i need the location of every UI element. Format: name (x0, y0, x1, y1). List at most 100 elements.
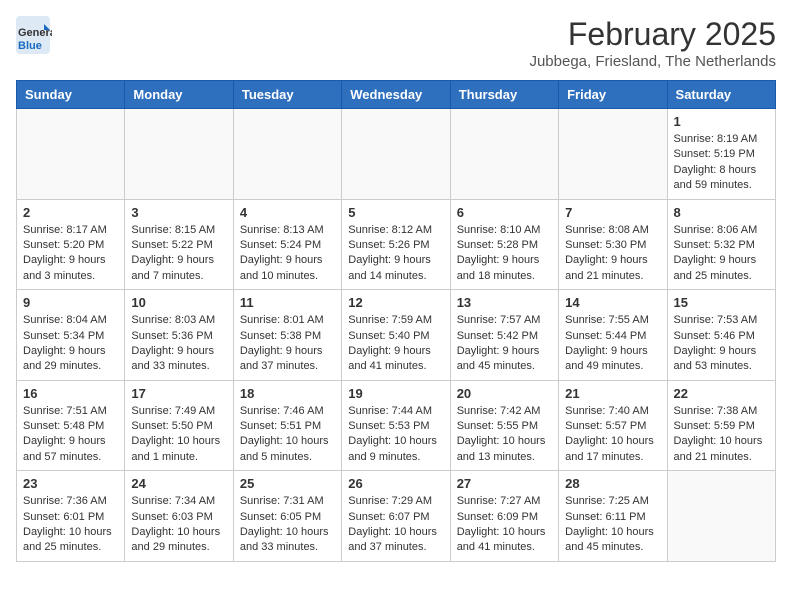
calendar-cell: 5 Sunrise: 8:12 AM Sunset: 5:26 PM Daylig… (342, 199, 450, 290)
day-number: 3 (131, 205, 226, 220)
week-row-4: 16 Sunrise: 7:51 AM Sunset: 5:48 PM Dayli… (17, 380, 776, 471)
subtitle: Jubbega, Friesland, The Netherlands (529, 53, 776, 70)
day-number: 10 (131, 295, 226, 310)
day-number: 24 (131, 476, 226, 491)
day-info: Sunrise: 7:46 AM Sunset: 5:51 PM Dayligh… (240, 404, 335, 466)
day-info: Sunrise: 7:49 AM Sunset: 5:50 PM Dayligh… (131, 404, 226, 466)
calendar-cell: 2 Sunrise: 8:17 AM Sunset: 5:20 PM Daylig… (17, 199, 125, 290)
calendar-cell: 13 Sunrise: 7:57 AM Sunset: 5:42 PM Dayli… (450, 290, 558, 381)
day-info: Sunrise: 7:55 AM Sunset: 5:44 PM Dayligh… (565, 313, 660, 375)
calendar-cell: 8 Sunrise: 8:06 AM Sunset: 5:32 PM Daylig… (667, 199, 775, 290)
day-info: Sunrise: 8:01 AM Sunset: 5:38 PM Dayligh… (240, 313, 335, 375)
weekday-header-tuesday: Tuesday (233, 81, 341, 109)
day-info: Sunrise: 7:57 AM Sunset: 5:42 PM Dayligh… (457, 313, 552, 375)
day-number: 21 (565, 386, 660, 401)
day-info: Sunrise: 7:59 AM Sunset: 5:40 PM Dayligh… (348, 313, 443, 375)
day-number: 2 (23, 205, 118, 220)
calendar-cell: 27 Sunrise: 7:27 AM Sunset: 6:09 PM Dayli… (450, 471, 558, 562)
day-number: 9 (23, 295, 118, 310)
week-row-5: 23Sunrise: 7:36 AM Sunset: 6:01 PM Dayli… (17, 471, 776, 562)
calendar-cell (125, 109, 233, 200)
day-info: Sunrise: 7:25 AM Sunset: 6:11 PM Dayligh… (565, 494, 660, 556)
month-title: February 2025 (529, 16, 776, 53)
calendar-cell (450, 109, 558, 200)
calendar-cell: 10 Sunrise: 8:03 AM Sunset: 5:36 PM Dayli… (125, 290, 233, 381)
day-number: 7 (565, 205, 660, 220)
day-number: 26 (348, 476, 443, 491)
calendar-cell: 22Sunrise: 7:38 AM Sunset: 5:59 PM Dayli… (667, 380, 775, 471)
weekday-header-wednesday: Wednesday (342, 81, 450, 109)
week-row-1: 1Sunrise: 8:19 AM Sunset: 5:19 PM Daylig… (17, 109, 776, 200)
calendar-cell: 17Sunrise: 7:49 AM Sunset: 5:50 PM Dayli… (125, 380, 233, 471)
title-block: February 2025 Jubbega, Friesland, The Ne… (529, 16, 776, 70)
calendar-cell: 14 Sunrise: 7:55 AM Sunset: 5:44 PM Dayli… (559, 290, 667, 381)
day-number: 15 (674, 295, 769, 310)
calendar-cell (667, 471, 775, 562)
calendar-cell: 26 Sunrise: 7:29 AM Sunset: 6:07 PM Dayli… (342, 471, 450, 562)
day-info: Sunrise: 8:08 AM Sunset: 5:30 PM Dayligh… (565, 223, 660, 285)
day-info: Sunrise: 8:19 AM Sunset: 5:19 PM Dayligh… (674, 132, 769, 194)
day-info: Sunrise: 8:13 AM Sunset: 5:24 PM Dayligh… (240, 223, 335, 285)
day-info: Sunrise: 8:04 AM Sunset: 5:34 PM Dayligh… (23, 313, 118, 375)
calendar-cell (559, 109, 667, 200)
day-number: 16 (23, 386, 118, 401)
day-info: Sunrise: 7:42 AM Sunset: 5:55 PM Dayligh… (457, 404, 552, 466)
calendar-cell: 6Sunrise: 8:10 AM Sunset: 5:28 PM Daylig… (450, 199, 558, 290)
day-number: 28 (565, 476, 660, 491)
weekday-header-sunday: Sunday (17, 81, 125, 109)
day-number: 22 (674, 386, 769, 401)
svg-text:Blue: Blue (18, 40, 42, 52)
calendar-cell: 4 Sunrise: 8:13 AM Sunset: 5:24 PM Daylig… (233, 199, 341, 290)
day-number: 18 (240, 386, 335, 401)
page-header: General Blue February 2025 Jubbega, Frie… (16, 16, 776, 70)
day-info: Sunrise: 8:15 AM Sunset: 5:22 PM Dayligh… (131, 223, 226, 285)
calendar-cell: 18 Sunrise: 7:46 AM Sunset: 5:51 PM Dayli… (233, 380, 341, 471)
calendar-cell (342, 109, 450, 200)
day-info: Sunrise: 8:12 AM Sunset: 5:26 PM Dayligh… (348, 223, 443, 285)
day-number: 19 (348, 386, 443, 401)
day-info: Sunrise: 7:44 AM Sunset: 5:53 PM Dayligh… (348, 404, 443, 466)
logo-icon: General Blue (16, 16, 52, 56)
calendar-cell: 15 Sunrise: 7:53 AM Sunset: 5:46 PM Dayli… (667, 290, 775, 381)
weekday-header-saturday: Saturday (667, 81, 775, 109)
day-info: Sunrise: 7:36 AM Sunset: 6:01 PM Dayligh… (23, 494, 118, 556)
day-info: Sunrise: 8:06 AM Sunset: 5:32 PM Dayligh… (674, 223, 769, 285)
calendar-cell: 28 Sunrise: 7:25 AM Sunset: 6:11 PM Dayli… (559, 471, 667, 562)
day-info: Sunrise: 7:34 AM Sunset: 6:03 PM Dayligh… (131, 494, 226, 556)
day-info: Sunrise: 7:27 AM Sunset: 6:09 PM Dayligh… (457, 494, 552, 556)
day-info: Sunrise: 8:17 AM Sunset: 5:20 PM Dayligh… (23, 223, 118, 285)
day-info: Sunrise: 7:29 AM Sunset: 6:07 PM Dayligh… (348, 494, 443, 556)
day-number: 5 (348, 205, 443, 220)
weekday-header-friday: Friday (559, 81, 667, 109)
day-number: 8 (674, 205, 769, 220)
day-number: 11 (240, 295, 335, 310)
week-row-2: 2 Sunrise: 8:17 AM Sunset: 5:20 PM Daylig… (17, 199, 776, 290)
day-number: 14 (565, 295, 660, 310)
day-number: 27 (457, 476, 552, 491)
calendar-cell: 3 Sunrise: 8:15 AM Sunset: 5:22 PM Daylig… (125, 199, 233, 290)
calendar-cell: 16 Sunrise: 7:51 AM Sunset: 5:48 PM Dayli… (17, 380, 125, 471)
calendar-cell: 7 Sunrise: 8:08 AM Sunset: 5:30 PM Daylig… (559, 199, 667, 290)
day-number: 12 (348, 295, 443, 310)
weekday-header-monday: Monday (125, 81, 233, 109)
calendar-cell: 21 Sunrise: 7:40 AM Sunset: 5:57 PM Dayli… (559, 380, 667, 471)
calendar-cell: 1Sunrise: 8:19 AM Sunset: 5:19 PM Daylig… (667, 109, 775, 200)
week-row-3: 9 Sunrise: 8:04 AM Sunset: 5:34 PM Daylig… (17, 290, 776, 381)
day-info: Sunrise: 7:31 AM Sunset: 6:05 PM Dayligh… (240, 494, 335, 556)
calendar-cell: 19 Sunrise: 7:44 AM Sunset: 5:53 PM Dayli… (342, 380, 450, 471)
calendar-cell: 25Sunrise: 7:31 AM Sunset: 6:05 PM Dayli… (233, 471, 341, 562)
day-info: Sunrise: 7:53 AM Sunset: 5:46 PM Dayligh… (674, 313, 769, 375)
weekday-header-row: SundayMondayTuesdayWednesdayThursdayFrid… (17, 81, 776, 109)
day-number: 20 (457, 386, 552, 401)
day-info: Sunrise: 8:10 AM Sunset: 5:28 PM Dayligh… (457, 223, 552, 285)
calendar-cell: 12 Sunrise: 7:59 AM Sunset: 5:40 PM Dayli… (342, 290, 450, 381)
calendar-table: SundayMondayTuesdayWednesdayThursdayFrid… (16, 80, 776, 562)
day-info: Sunrise: 7:40 AM Sunset: 5:57 PM Dayligh… (565, 404, 660, 466)
day-number: 4 (240, 205, 335, 220)
day-info: Sunrise: 8:03 AM Sunset: 5:36 PM Dayligh… (131, 313, 226, 375)
calendar-cell: 24 Sunrise: 7:34 AM Sunset: 6:03 PM Dayli… (125, 471, 233, 562)
calendar-cell: 23Sunrise: 7:36 AM Sunset: 6:01 PM Dayli… (17, 471, 125, 562)
calendar-cell (17, 109, 125, 200)
day-info: Sunrise: 7:51 AM Sunset: 5:48 PM Dayligh… (23, 404, 118, 466)
day-number: 13 (457, 295, 552, 310)
